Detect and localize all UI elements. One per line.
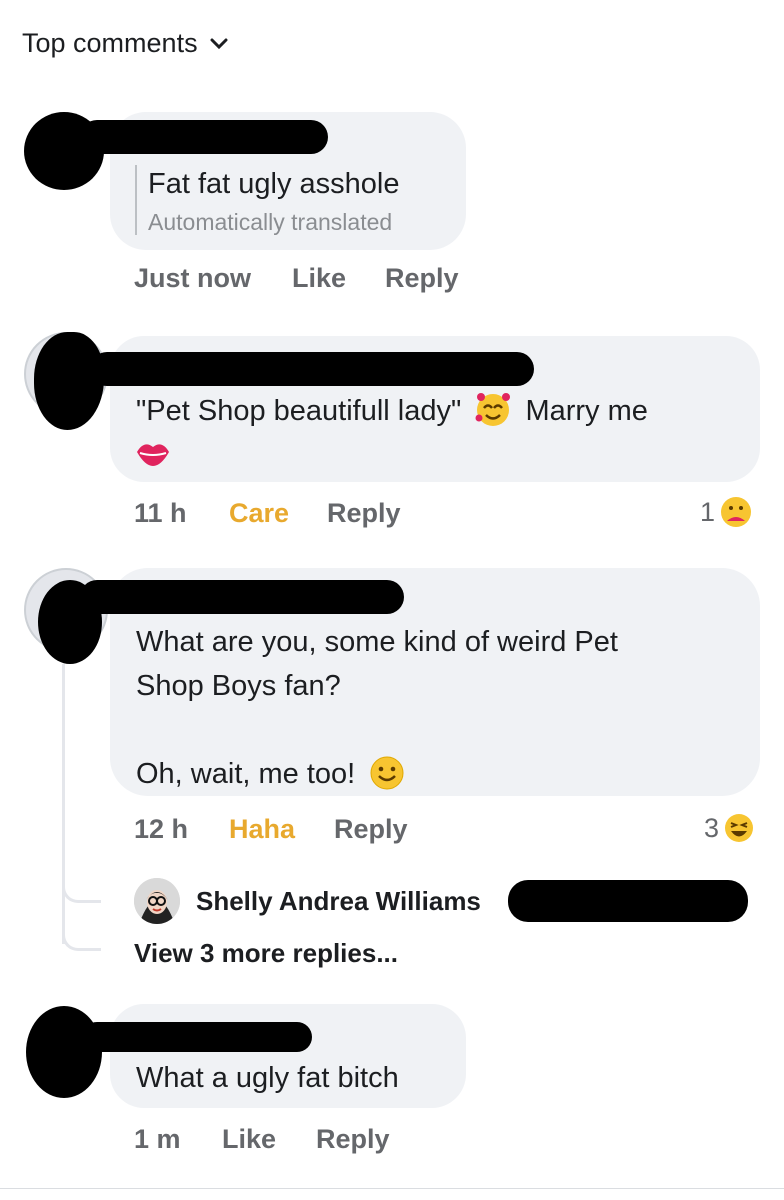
reply-preview[interactable]: Shelly Andrea Williams [134, 878, 754, 926]
comment-3: What are you, some kind of weird Pet Sho… [0, 560, 784, 980]
comment-2: "Pet Shop beautifull lady" Marry me 11 h… [0, 320, 784, 550]
care-reaction-button[interactable]: Care [229, 498, 289, 529]
comment-text: What a ugly fat bitch [136, 1062, 399, 1094]
top-comments-dropdown[interactable]: Top comments [22, 28, 228, 59]
reply-connector [62, 860, 101, 903]
haha-reaction-button[interactable]: Haha [229, 814, 295, 845]
person-avatar-icon [134, 878, 180, 924]
view-more-connector [62, 920, 101, 951]
avatar-redacted [34, 332, 104, 430]
comment-actions: 1 m Like Reply [0, 1124, 784, 1158]
translation-note: Automatically translated [148, 209, 393, 235]
author-name-redacted[interactable] [80, 120, 328, 154]
avatar-redacted[interactable] [26, 1006, 102, 1098]
comment-text-rest: Marry me [525, 395, 648, 427]
comment-actions: 11 h Care Reply [0, 498, 784, 532]
timestamp[interactable]: Just now [134, 263, 251, 294]
slightly-smiling-face-icon [370, 756, 404, 790]
comment-text-line: Shop Boys fan? [136, 670, 341, 702]
reply-button[interactable]: Reply [316, 1124, 390, 1155]
reaction-summary[interactable]: 3 [704, 808, 755, 848]
chevron-down-icon [210, 38, 228, 49]
reply-author-name[interactable]: Shelly Andrea Williams [196, 886, 481, 917]
kiss-mark-icon [137, 444, 169, 466]
reaction-summary[interactable]: 1 [700, 492, 753, 532]
comment-actions: 12 h Haha Reply [0, 814, 784, 848]
care-reaction-icon [721, 497, 752, 527]
reply-button[interactable]: Reply [334, 814, 408, 845]
timestamp[interactable]: 1 m [134, 1124, 181, 1155]
timestamp[interactable]: 11 h [134, 498, 187, 529]
reply-button[interactable]: Reply [327, 498, 401, 529]
sort-label: Top comments [22, 28, 198, 58]
comment-1: Fat fat ugly asshole Automatically trans… [0, 100, 784, 310]
author-name-redacted[interactable] [90, 352, 534, 386]
comment-4: What a ugly fat bitch 1 m Like Reply [0, 1000, 784, 1180]
comment-text-quote: "Pet Shop beautifull lady" [136, 395, 462, 427]
translation-quote-line [135, 165, 137, 235]
comment-text-line: What are you, some kind of weird Pet [136, 626, 618, 658]
view-more-replies-link[interactable]: View 3 more replies... [134, 938, 398, 969]
reaction-count: 1 [700, 496, 716, 527]
timestamp[interactable]: 12 h [134, 814, 188, 845]
comment-text: What are you, some kind of weird Pet Sho… [136, 620, 736, 796]
comment-text-line: Oh, wait, me too! [136, 758, 356, 790]
author-name-redacted[interactable] [80, 580, 404, 614]
haha-reaction-icon [725, 814, 754, 842]
reaction-count: 3 [704, 812, 720, 843]
smiling-face-with-hearts-icon [475, 393, 511, 426]
bottom-divider [0, 1188, 784, 1189]
comment-text: Fat fat ugly asshole [148, 168, 400, 200]
like-button[interactable]: Like [222, 1124, 276, 1155]
reply-author-avatar [134, 878, 180, 924]
comment-actions: Just now Like Reply [0, 263, 784, 297]
comment-text: "Pet Shop beautifull lady" Marry me [136, 388, 648, 433]
reply-button[interactable]: Reply [385, 263, 459, 294]
thread-line [62, 664, 65, 944]
like-button[interactable]: Like [292, 263, 346, 294]
author-name-redacted[interactable] [82, 1022, 312, 1052]
reply-text-redacted [508, 880, 748, 922]
